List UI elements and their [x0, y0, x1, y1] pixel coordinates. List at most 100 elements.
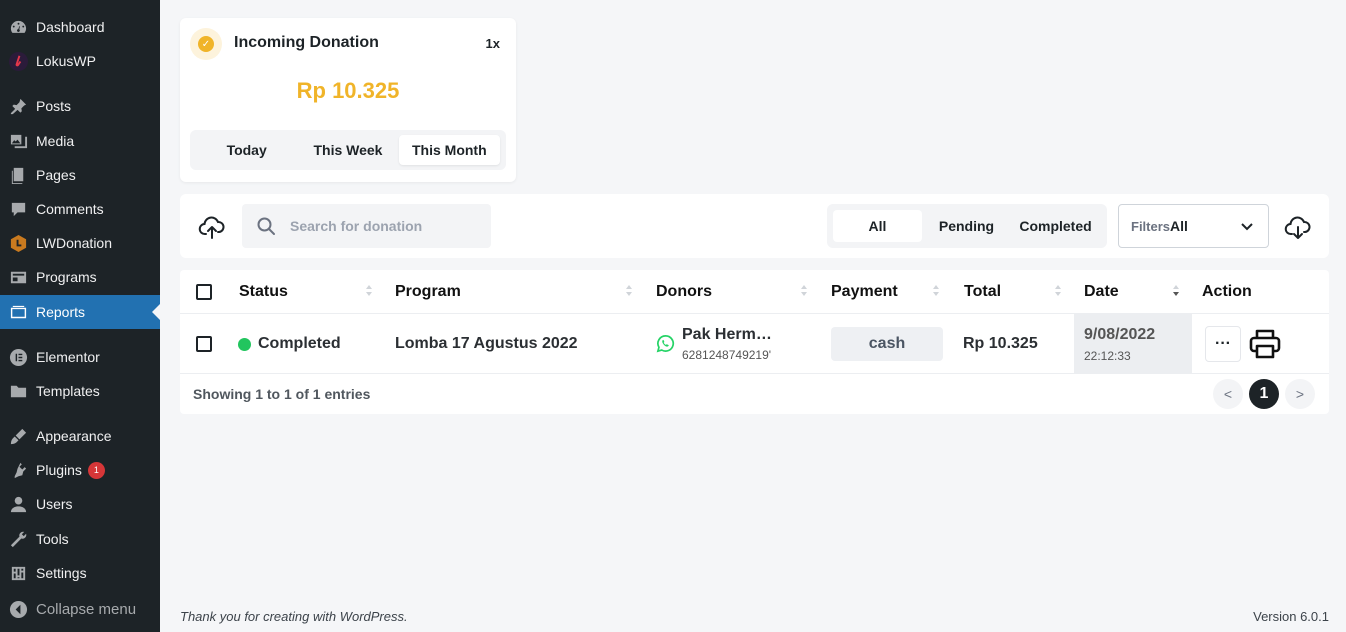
cloud-download-icon[interactable]: [1284, 214, 1312, 240]
date-cell: 9/08/2022 22:12:33: [1074, 314, 1192, 373]
filter-value: All: [1170, 218, 1188, 234]
sidebar-item-dashboard[interactable]: Dashboard: [0, 10, 160, 44]
entries-summary: Showing 1 to 1 of 1 entries: [193, 386, 371, 402]
brush-icon: [0, 427, 36, 446]
sort-desc-icon[interactable]: [1173, 285, 1181, 299]
sidebar-item-label: Users: [36, 496, 73, 512]
whatsapp-icon[interactable]: [656, 334, 675, 353]
pagination-prev-button[interactable]: <: [1213, 379, 1243, 409]
sidebar-item-plugins[interactable]: Plugins 1: [0, 453, 160, 487]
sidebar-item-reports[interactable]: Reports: [0, 295, 160, 329]
status-text: Completed: [258, 335, 341, 352]
user-icon: [0, 495, 36, 514]
footer-thanks-prefix: Thank you for creating with: [180, 609, 340, 624]
sidebar-item-label: Comments: [36, 201, 104, 217]
status-tab-all[interactable]: All: [833, 210, 922, 242]
sidebar-item-users[interactable]: Users: [0, 487, 160, 521]
status-tab-completed[interactable]: Completed: [1011, 210, 1100, 242]
collapse-icon: [0, 600, 36, 619]
footer-thanks: Thank you for creating with WordPress.: [180, 609, 408, 624]
table-row: Completed Lomba 17 Agustus 2022 Pak Herm…: [180, 313, 1329, 374]
cloud-upload-icon[interactable]: [198, 214, 226, 240]
chevron-down-icon: [1241, 223, 1253, 231]
select-all-checkbox[interactable]: [196, 284, 212, 300]
sidebar-item-pages[interactable]: Pages: [0, 158, 160, 192]
sidebar-item-templates[interactable]: Templates: [0, 374, 160, 408]
tab-this-month[interactable]: This Month: [398, 135, 500, 165]
donation-amount: Rp 10.325: [296, 78, 400, 103]
donation-time: 22:12:33: [1084, 349, 1131, 363]
payment-method-badge: cash: [831, 327, 943, 361]
status-dot: [238, 338, 251, 351]
sidebar-item-label: Posts: [36, 98, 72, 114]
pin-icon: [0, 97, 36, 116]
program-name[interactable]: Lomba 17 Agustus 2022: [395, 335, 578, 353]
donation-date: 9/08/2022: [1084, 326, 1156, 343]
media-icon: [0, 132, 36, 151]
sidebar-item-label: Reports: [36, 304, 86, 320]
sidebar-item-settings[interactable]: Settings: [0, 556, 160, 590]
lokuswp-logo-icon: [0, 51, 36, 71]
printer-icon[interactable]: [1248, 328, 1282, 360]
sort-icon[interactable]: [933, 285, 941, 299]
sidebar-item-elementor[interactable]: Elementor: [0, 340, 160, 374]
sidebar-item-posts[interactable]: Posts: [0, 89, 160, 123]
programs-icon: [0, 268, 36, 287]
plugin-update-badge: 1: [87, 461, 105, 479]
period-tabs: Today This Week This Month: [190, 130, 506, 170]
donation-table: Status Program Donors Payment Total Date…: [180, 270, 1329, 414]
search-input[interactable]: [290, 218, 470, 234]
sort-icon[interactable]: [801, 285, 809, 299]
status-tab-pending[interactable]: Pending: [922, 210, 1011, 242]
lwdonation-icon: [0, 234, 36, 253]
sidebar-item-label: Dashboard: [36, 19, 105, 35]
row-checkbox[interactable]: [196, 336, 212, 352]
sidebar-item-lwdonation[interactable]: LWDonation: [0, 226, 160, 260]
settings-icon: [0, 564, 36, 583]
column-header-status[interactable]: Status: [239, 270, 288, 313]
pages-icon: [0, 166, 36, 185]
sidebar-item-programs[interactable]: Programs: [0, 260, 160, 294]
comment-icon: [0, 200, 36, 219]
collapse-menu-button[interactable]: Collapse menu: [0, 592, 160, 626]
column-header-payment[interactable]: Payment: [831, 270, 898, 313]
sidebar-item-comments[interactable]: Comments: [0, 192, 160, 226]
tab-today[interactable]: Today: [196, 135, 297, 165]
sort-icon[interactable]: [626, 285, 634, 299]
sidebar-item-label: Pages: [36, 167, 76, 183]
footer-version: Version 6.0.1: [1253, 609, 1329, 624]
sidebar-item-appearance[interactable]: Appearance: [0, 419, 160, 453]
donor-name: Pak Herm…: [682, 326, 772, 343]
sidebar-item-tools[interactable]: Tools: [0, 522, 160, 556]
status-tabs: All Pending Completed: [827, 204, 1107, 248]
sort-icon[interactable]: [1055, 285, 1063, 299]
filter-label: Filters: [1131, 218, 1171, 234]
pagination-page-1[interactable]: 1: [1249, 379, 1279, 409]
filter-dropdown[interactable]: Filters All: [1118, 204, 1269, 248]
dashboard-icon: [0, 18, 36, 37]
reports-icon: [0, 303, 36, 322]
column-header-donors[interactable]: Donors: [656, 270, 712, 313]
donor-phone: 6281248749219': [682, 348, 772, 362]
tab-this-week[interactable]: This Week: [297, 135, 398, 165]
sidebar-item-media[interactable]: Media: [0, 124, 160, 158]
column-header-total[interactable]: Total: [964, 270, 1001, 313]
search-icon: [257, 217, 275, 235]
sidebar-item-label: Appearance: [36, 428, 112, 444]
elementor-icon: [0, 348, 36, 367]
wordpress-link[interactable]: WordPress: [340, 609, 404, 624]
column-header-program[interactable]: Program: [395, 270, 461, 313]
footer-thanks-suffix: .: [404, 609, 408, 624]
report-toolbar: All Pending Completed FiltersAll: [180, 194, 1329, 258]
sidebar-item-label: Plugins: [36, 462, 82, 478]
sidebar-item-label: Templates: [36, 383, 100, 399]
wrench-icon: [0, 530, 36, 549]
sidebar-item-label: LWDonation: [36, 235, 113, 251]
pagination-next-button[interactable]: >: [1285, 379, 1315, 409]
column-header-date[interactable]: Date: [1084, 270, 1119, 313]
sort-icon[interactable]: [366, 285, 374, 299]
search-box: [242, 204, 491, 248]
more-actions-button[interactable]: ···: [1205, 326, 1241, 362]
sidebar-item-lokuswp[interactable]: LokusWP: [0, 44, 160, 78]
sidebar-item-label: Programs: [36, 269, 97, 285]
